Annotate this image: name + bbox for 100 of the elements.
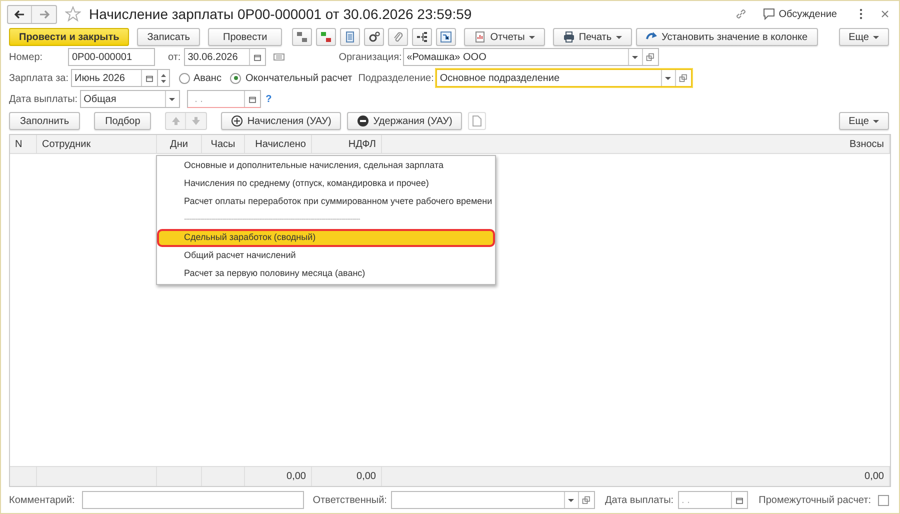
postings-button[interactable] <box>316 28 336 46</box>
radio-button[interactable] <box>230 72 242 84</box>
debit-credit-posting-icon <box>320 31 332 43</box>
chat-icon <box>762 8 775 20</box>
post-button[interactable]: Провести <box>208 28 282 46</box>
plus-circle-icon <box>231 115 244 127</box>
settings-button[interactable] <box>364 28 384 46</box>
reports-button[interactable]: Отчеты <box>464 28 545 46</box>
menu-item[interactable]: Расчет за первую половину месяца (аванс) <box>157 265 495 283</box>
field-label: Дата выплаты: <box>604 494 674 508</box>
discussion-button[interactable]: Обсуждение <box>762 6 837 22</box>
more-options-icon[interactable] <box>859 8 863 20</box>
printer-icon <box>562 31 575 43</box>
set-value-button[interactable]: Установить значение в колонке <box>636 28 818 46</box>
calendar-icon <box>252 52 262 62</box>
report-icon <box>474 31 486 43</box>
document-icon <box>344 31 356 43</box>
field-label: Комментарий: <box>9 494 75 508</box>
column-header[interactable]: НДФЛ <box>348 136 376 152</box>
total-cell-text: 0,00 <box>286 470 306 484</box>
minus-circle-icon <box>357 115 370 127</box>
comment-field[interactable] <box>82 491 304 509</box>
hierarchy-icon <box>440 31 452 43</box>
structure-button[interactable] <box>412 28 432 46</box>
paperclip-icon <box>392 31 404 43</box>
column-header[interactable]: Сотрудник <box>42 136 91 152</box>
column-header[interactable]: Часы <box>210 136 236 152</box>
radio-label: Аванс <box>194 72 222 86</box>
field-label: Зарплата за: <box>9 72 68 86</box>
menu-item[interactable]: Начисления по среднему (отпуск, командировка и прочее) <box>157 175 495 193</box>
responsible-field[interactable] <box>390 491 595 509</box>
fill-button[interactable]: Заполнить <box>9 112 80 130</box>
spin-button[interactable] <box>158 69 170 87</box>
list-icon <box>272 51 285 63</box>
structure-icon <box>416 31 428 43</box>
more-button[interactable]: Еще <box>838 112 889 130</box>
pick-button[interactable]: Подбор <box>94 112 152 130</box>
date-field[interactable]: 30.06.2026 <box>184 48 266 66</box>
document-icon <box>471 115 484 127</box>
close-icon[interactable] <box>881 10 889 18</box>
interim-checkbox[interactable] <box>878 494 889 506</box>
caret-icon <box>169 98 176 100</box>
field-label: Номер: <box>9 50 44 64</box>
caret-icon <box>568 498 574 502</box>
post-and-close-button[interactable]: Провести и закрыть <box>9 28 130 46</box>
help-link[interactable]: ? <box>266 92 272 106</box>
field-label: Подразделение: <box>358 72 434 86</box>
gears-icon <box>368 31 380 43</box>
caret-icon <box>665 76 672 80</box>
field-label: от: <box>168 50 181 64</box>
payment-type-field[interactable]: Общая <box>80 90 180 108</box>
more-button[interactable]: Еще <box>838 28 889 46</box>
caret-icon <box>616 36 622 38</box>
field-label: Ответственный: <box>312 494 387 508</box>
menu-item[interactable]: Основные и дополнительные начисления, сдельная зарплата <box>157 157 495 175</box>
calendar-icon <box>248 94 257 104</box>
caret-icon <box>632 56 638 58</box>
forward-arrow-icon <box>38 10 50 18</box>
total-cell-text: 0,00 <box>864 470 884 484</box>
down-arrow-icon <box>190 115 202 127</box>
up-arrow-icon <box>170 115 182 127</box>
debit-credit-icon <box>296 31 308 43</box>
field-label: Дата выплаты: <box>9 92 78 106</box>
spin-arrows-icon <box>160 74 166 82</box>
window-title: Начисление зарплаты 0Р00-000001 от 30.06.2026 23:59:59 <box>89 4 472 24</box>
field-label: Промежуточный расчет: <box>758 494 871 508</box>
document-button[interactable] <box>340 28 360 46</box>
column-header[interactable]: Взносы <box>849 136 884 152</box>
caret-icon <box>528 36 535 38</box>
number-field[interactable]: 0Р00-000001 <box>68 48 155 66</box>
back-arrow-icon <box>14 10 25 18</box>
radio-button[interactable] <box>178 72 190 84</box>
star-icon[interactable] <box>65 6 81 22</box>
open-icon <box>646 52 655 62</box>
column-header[interactable]: N <box>15 136 22 152</box>
document-button[interactable] <box>468 112 486 130</box>
column-header[interactable]: Начислено <box>255 136 306 152</box>
hierarchy-button[interactable] <box>436 28 456 46</box>
calendar-icon <box>144 74 154 82</box>
menu-item[interactable]: Общий расчет начислений <box>157 247 495 265</box>
column-header[interactable]: Дни <box>170 136 188 152</box>
calendar-icon <box>734 496 744 504</box>
print-button[interactable]: Печать <box>552 28 632 46</box>
menu-item[interactable]: Расчет оплаты переработок при суммированном учете рабочего времени <box>157 193 495 211</box>
debit-credit-button[interactable] <box>292 28 312 46</box>
radio-label: Окончательный расчет <box>245 72 352 86</box>
field-label: Организация: <box>338 50 403 64</box>
caret-icon <box>873 120 879 122</box>
deductions-button[interactable]: Удержания (УАУ) <box>347 112 462 130</box>
menu-item[interactable]: Сдельный заработок (сводный) <box>157 229 495 247</box>
save-button[interactable]: Записать <box>137 28 200 46</box>
link-icon[interactable] <box>734 8 747 20</box>
department-field[interactable]: Основное подразделение <box>436 69 692 87</box>
open-icon <box>678 74 688 82</box>
organization-field[interactable]: «Ромашка» ООО <box>402 48 659 66</box>
caret-icon <box>873 36 879 38</box>
open-icon <box>582 496 591 504</box>
period-field[interactable]: Июнь 2026 <box>70 69 158 87</box>
accruals-button[interactable]: Начисления (УАУ) <box>221 112 342 130</box>
total-cell-text: 0,00 <box>356 470 376 484</box>
